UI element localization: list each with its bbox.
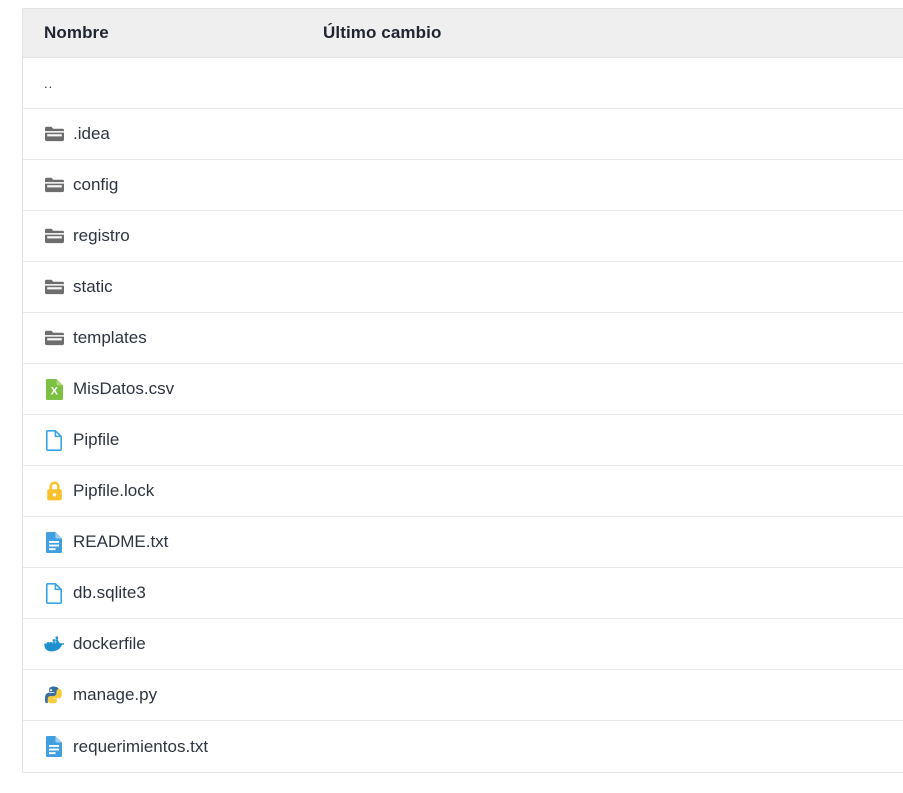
file-row[interactable]: .idea [23, 109, 903, 160]
folder-icon [44, 327, 64, 349]
file-row[interactable]: X MisDatos.csv [23, 364, 903, 415]
file-row[interactable]: db.sqlite3 [23, 568, 903, 619]
file-row[interactable]: README.txt [23, 517, 903, 568]
python-file-icon [44, 684, 64, 706]
blank-file-icon [44, 429, 64, 451]
column-header-last-modified[interactable]: Último cambio [323, 23, 903, 43]
file-name-cell[interactable]: templates [23, 327, 323, 349]
file-row[interactable]: requerimientos.txt [23, 721, 903, 772]
file-name-label: README.txt [73, 532, 169, 551]
file-name-cell[interactable]: .. [23, 76, 323, 91]
file-name-label: .. [44, 75, 54, 91]
blank-file-icon [44, 582, 64, 604]
file-row[interactable]: Pipfile.lock [23, 466, 903, 517]
csv-file-icon: X [44, 378, 64, 400]
file-name-label: dockerfile [73, 634, 146, 653]
folder-icon [44, 276, 64, 298]
file-row[interactable]: manage.py [23, 670, 903, 721]
docker-file-icon [44, 633, 64, 655]
file-browser-header-row: Nombre Último cambio [23, 9, 903, 58]
file-row[interactable]: Pipfile [23, 415, 903, 466]
file-name-cell[interactable]: db.sqlite3 [23, 582, 323, 604]
file-row[interactable]: templates [23, 313, 903, 364]
file-name-cell[interactable]: README.txt [23, 531, 323, 553]
file-name-cell[interactable]: Pipfile.lock [23, 480, 323, 502]
file-name-cell[interactable]: Pipfile [23, 429, 323, 451]
folder-icon [44, 174, 64, 196]
file-name-cell[interactable]: static [23, 276, 323, 298]
file-name-cell[interactable]: requerimientos.txt [23, 736, 323, 758]
file-name-label: requerimientos.txt [73, 736, 209, 756]
column-header-name[interactable]: Nombre [23, 23, 323, 43]
file-name-label: Pipfile [73, 430, 120, 449]
file-name-cell[interactable]: config [23, 174, 323, 196]
text-file-icon [44, 736, 64, 758]
file-name-cell[interactable]: dockerfile [23, 633, 323, 655]
file-name-label: manage.py [73, 685, 158, 704]
folder-icon [44, 225, 64, 247]
file-row[interactable]: registro [23, 211, 903, 262]
file-name-label: config [73, 175, 119, 194]
text-file-icon [44, 531, 64, 553]
folder-icon [44, 123, 64, 145]
file-name-cell[interactable]: manage.py [23, 684, 323, 706]
file-name-label: static [73, 277, 113, 296]
file-name-cell[interactable]: X MisDatos.csv [23, 378, 323, 400]
file-name-cell[interactable]: registro [23, 225, 323, 247]
file-name-cell[interactable]: .idea [23, 123, 323, 145]
file-name-label: registro [73, 226, 130, 245]
lock-file-icon [44, 480, 64, 502]
file-row[interactable]: .. [23, 58, 903, 109]
file-name-label: db.sqlite3 [73, 583, 146, 602]
file-row[interactable]: dockerfile [23, 619, 903, 670]
file-browser-body: .. .idea config registro static templates X Mis… [23, 58, 903, 772]
file-row[interactable]: static [23, 262, 903, 313]
file-name-label: MisDatos.csv [73, 379, 175, 398]
file-name-label: templates [73, 328, 147, 347]
file-row[interactable]: config [23, 160, 903, 211]
file-name-label: Pipfile.lock [73, 481, 155, 500]
file-name-label: .idea [73, 124, 110, 143]
file-browser: Nombre Último cambio .. .idea config regist… [22, 8, 903, 773]
svg-text:X: X [50, 385, 58, 397]
